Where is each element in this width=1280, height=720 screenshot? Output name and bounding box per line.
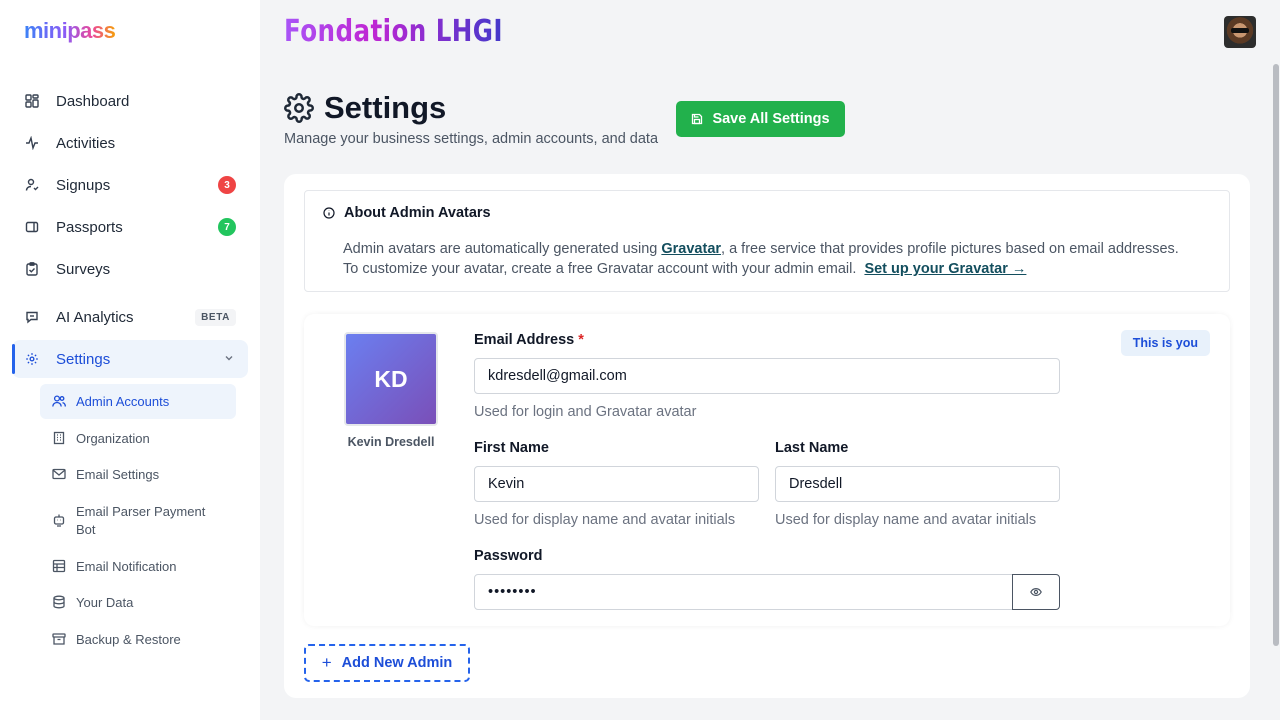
sub-item-admin-accounts[interactable]: Admin Accounts [40,384,236,419]
passport-icon [24,219,40,235]
first-name-help: Used for display name and avatar initial… [474,512,736,528]
info-line-2: To customize your avatar, create a free … [343,261,1026,277]
plus-icon: + [321,653,332,672]
sidebar-item-label: AI Analytics [56,308,134,326]
first-name-field[interactable] [474,466,759,502]
chat-icon [24,309,40,325]
sub-item-email-parser-payment-bot[interactable]: Email Parser Payment Bot [40,503,220,539]
users-icon [52,394,66,408]
settings-card: About Admin Avatars Admin avatars are au… [284,174,1250,698]
first-name-label: First Name [474,440,549,456]
admin-avatar: KD [344,332,438,426]
sub-item-backup-restore[interactable]: Backup & Restore [40,631,236,649]
notification-list-icon [52,559,66,573]
dashboard-icon [24,93,40,109]
info-text: , a free service that provides profile p… [721,241,1179,257]
sub-item-label: Your Data [76,595,134,610]
email-help: Used for login and Gravatar avatar [474,404,697,420]
archive-icon [52,632,66,646]
info-text: Admin avatars are automatically generate… [343,241,658,257]
scrollbar-thumb[interactable] [1273,64,1279,646]
admin-name: Kevin Dresdell [347,435,435,449]
sidebar-item-surveys[interactable]: Surveys [12,250,248,288]
avatar-info-box: About Admin Avatars Admin avatars are au… [304,190,1230,292]
info-line-1: Admin avatars are automatically generate… [343,241,1179,257]
robot-icon [52,513,66,527]
sidebar-item-activities[interactable]: Activities [12,124,248,162]
sidebar-item-label: Passports [56,218,123,236]
gear-icon [24,351,40,367]
save-button-label: Save All Settings [712,111,830,127]
gear-icon [284,93,314,123]
save-icon [691,113,703,125]
sidebar-item-label: Dashboard [56,92,130,110]
gravatar-link[interactable]: Gravatar [661,241,721,257]
info-text: To customize your avatar, create a free … [343,261,857,277]
sidebar-item-label: Activities [56,134,116,152]
sub-item-label: Organization [76,431,150,446]
last-name-help: Used for display name and avatar initial… [775,512,1037,528]
sub-item-label: Admin Accounts [76,394,170,409]
activity-icon [24,135,40,151]
sidebar-item-settings[interactable]: Settings [12,340,248,378]
sidebar-item-dashboard[interactable]: Dashboard [12,82,248,120]
last-name-field[interactable] [775,466,1060,502]
password-label: Password [474,548,543,564]
database-icon [52,595,66,609]
email-field[interactable] [474,358,1060,394]
page-subtitle: Manage your business settings, admin acc… [284,131,659,147]
last-name-label: Last Name [775,440,849,456]
beta-badge: BETA [195,308,236,326]
chevron-down-icon [224,353,234,366]
add-admin-label: Add New Admin [341,655,453,671]
admin-account-card: KD Kevin Dresdell This is you Email Addr… [304,314,1230,626]
sub-item-label: Backup & Restore [76,632,181,647]
mail-icon [52,467,66,481]
survey-icon [24,261,40,277]
info-icon [323,207,335,219]
sidebar-item-label: Surveys [56,260,111,278]
signup-icon [24,177,40,193]
organization-name: Fondation LHGI [284,14,503,49]
minipass-logo[interactable]: minipass [24,18,116,44]
sub-item-label: Email Settings [76,467,160,482]
sidebar-item-label: Signups [56,176,111,194]
password-field[interactable] [474,574,1013,610]
sub-item-email-notification[interactable]: Email Notification [40,558,236,576]
toggle-password-button[interactable] [1012,574,1060,610]
setup-gravatar-link[interactable]: Set up your Gravatar → [864,261,1026,277]
sidebar-item-label: Settings [56,350,111,368]
sidebar-item-signups[interactable]: Signups 3 [12,166,248,204]
sidebar-item-ai-analytics[interactable]: AI Analytics BETA [12,298,248,336]
sub-item-email-settings[interactable]: Email Settings [40,466,236,484]
required-mark: * [578,332,584,348]
signups-count-badge: 3 [218,176,236,194]
user-avatar[interactable] [1224,16,1256,48]
info-title-text: About Admin Avatars [344,205,491,221]
save-all-settings-button[interactable]: Save All Settings [676,101,845,137]
sub-item-label: Email Notification [76,559,177,574]
passports-count-badge: 7 [218,218,236,236]
sidebar-item-passports[interactable]: Passports 7 [12,208,248,246]
add-new-admin-button[interactable]: + Add New Admin [304,644,470,682]
sub-item-label: Email Parser Payment Bot [76,504,206,537]
sidebar: minipass Dashboard Activities Signups 3 … [0,0,260,720]
email-label-text: Email Address [474,332,575,348]
page-title: Settings [284,90,446,126]
page-scrollbar[interactable] [1272,60,1280,650]
sub-item-organization[interactable]: Organization [40,430,236,448]
eye-icon [1030,586,1042,598]
email-label: Email Address * [474,332,584,348]
page-title-text: Settings [324,90,447,125]
this-is-you-badge: This is you [1120,330,1210,356]
info-title: About Admin Avatars [323,205,491,221]
building-icon [52,431,66,445]
sub-item-your-data[interactable]: Your Data [40,594,236,612]
